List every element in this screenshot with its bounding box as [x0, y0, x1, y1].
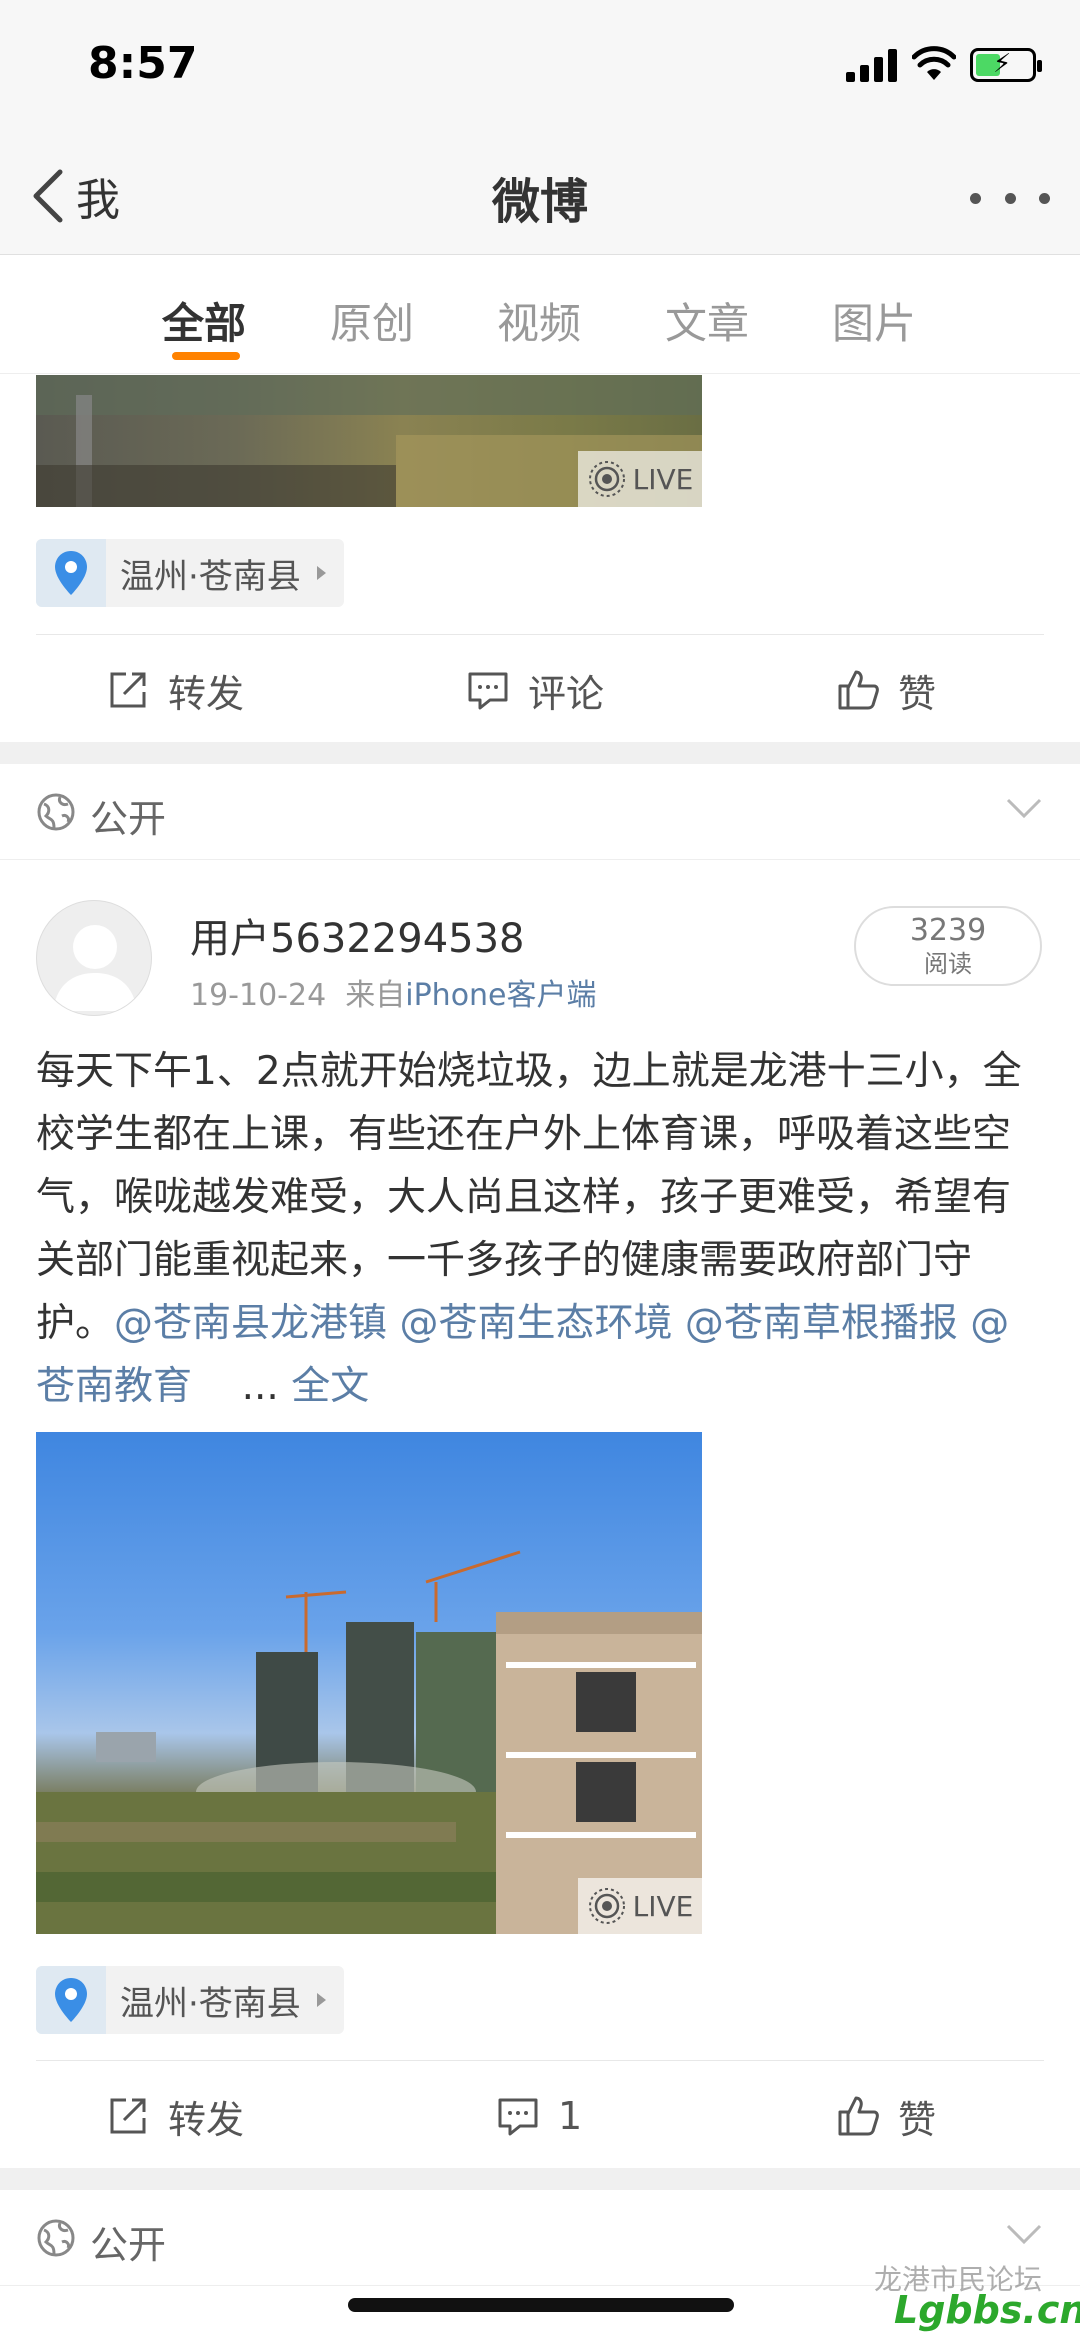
live-icon: [588, 1888, 625, 1924]
photo-content: [36, 1550, 702, 1934]
more-options-button[interactable]: [970, 170, 1050, 226]
battery-icon: ⚡: [970, 48, 1042, 82]
live-label: LIVE: [632, 462, 694, 496]
section-divider: [0, 742, 1080, 764]
like-label: 赞: [898, 671, 937, 716]
post-meta: 19-10-24 来自iPhone客户端: [190, 970, 597, 1014]
caret-right-icon: [316, 566, 326, 580]
cellular-signal-icon: [846, 48, 898, 82]
page-title: 微博: [491, 174, 588, 230]
comment-button[interactable]: 评论: [466, 635, 604, 745]
read-count: 3239: [909, 913, 987, 948]
comment-button[interactable]: 1: [496, 2061, 582, 2171]
post-text: 每天下午1、2点就开始烧垃圾，边上就是龙港十三小，全校学生都在上课，有些还在户外…: [36, 1040, 1046, 1418]
repost-button[interactable]: 转发: [106, 2061, 244, 2171]
post-date: 19-10-24: [190, 978, 327, 1013]
globe-icon: [37, 793, 75, 831]
repost-label: 转发: [168, 2097, 245, 2142]
read-label: 阅读: [924, 950, 972, 978]
location-label: 温州·苍南县: [120, 1983, 301, 2024]
active-tab-indicator: [172, 352, 240, 360]
tab-all[interactable]: 全部: [162, 290, 246, 351]
comment-count: 1: [558, 2094, 583, 2138]
repost-icon: [110, 2098, 146, 2134]
default-avatar-icon: [53, 925, 137, 1011]
visibility-label: 公开: [90, 2223, 167, 2267]
post-action-bar: 转发 1 赞: [36, 2060, 1044, 2170]
filter-tabs: 全部 原创 视频 文章 图片: [0, 256, 1080, 374]
visibility-label: 公开: [90, 797, 167, 841]
location-chip[interactable]: 温州·苍南县: [36, 539, 344, 607]
nav-bar: 我 微博: [0, 140, 1080, 255]
tab-video[interactable]: 视频: [497, 290, 581, 351]
post-author-name[interactable]: 用户5632294538: [190, 906, 525, 964]
map-pin-icon: [36, 539, 106, 607]
dot-icon: [970, 192, 981, 204]
globe-icon: [37, 2219, 75, 2257]
mention-link[interactable]: @苍南草根播报: [685, 1301, 958, 1346]
watermark-brand: Lgbbs.cn: [894, 2288, 1080, 2332]
post-photo[interactable]: LIVE: [36, 375, 702, 507]
comment-icon: [468, 672, 508, 710]
post-source-prefix: 来自: [345, 978, 406, 1013]
ellipsis: ...: [241, 1364, 279, 1409]
chevron-down-icon[interactable]: [1006, 2222, 1042, 2246]
home-indicator[interactable]: [348, 2298, 734, 2312]
comment-icon: [498, 2098, 538, 2136]
mention-link[interactable]: @苍南县龙港镇: [114, 1301, 387, 1346]
repost-button[interactable]: 转发: [106, 635, 244, 745]
dot-icon: [1039, 192, 1050, 204]
location-label: 温州·苍南县: [120, 556, 301, 597]
dot-icon: [1004, 192, 1016, 204]
live-icon: [588, 461, 625, 497]
caret-right-icon: [316, 1993, 326, 2007]
read-count-badge: 3239 阅读: [854, 906, 1042, 986]
repost-icon: [110, 672, 146, 708]
watermark: 龙港市民论坛 Lgbbs.cn: [834, 2258, 1080, 2332]
live-photo-badge: LIVE: [578, 1878, 702, 1934]
thumbs-up-icon: [838, 670, 879, 710]
like-button[interactable]: 赞: [836, 635, 936, 745]
map-pin-icon: [36, 1966, 106, 2034]
full-text-link[interactable]: 全文: [291, 1364, 369, 1409]
live-label: LIVE: [632, 1889, 694, 1923]
tab-photos[interactable]: 图片: [832, 290, 916, 351]
post-photo[interactable]: LIVE: [36, 1432, 702, 1934]
avatar[interactable]: [36, 900, 152, 1016]
status-bar: 8:57 ⚡: [0, 0, 1080, 140]
status-time: 8:57: [88, 38, 198, 89]
live-photo-badge: LIVE: [578, 451, 702, 507]
mention-link[interactable]: @苍南生态环境: [399, 1301, 672, 1346]
post-source[interactable]: iPhone客户端: [405, 978, 596, 1013]
like-label: 赞: [898, 2097, 937, 2142]
chevron-down-icon[interactable]: [1006, 796, 1042, 820]
visibility-row: 公开: [0, 764, 1080, 860]
wifi-icon: [912, 46, 956, 80]
post-action-bar: 转发 评论 赞: [36, 634, 1044, 744]
repost-label: 转发: [168, 671, 245, 716]
like-button[interactable]: 赞: [836, 2061, 936, 2171]
location-chip[interactable]: 温州·苍南县: [36, 1966, 344, 2034]
tab-article[interactable]: 文章: [665, 290, 749, 351]
thumbs-up-icon: [838, 2096, 879, 2136]
tab-original[interactable]: 原创: [330, 290, 414, 351]
section-divider: [0, 2168, 1080, 2190]
comment-label: 评论: [528, 671, 605, 716]
